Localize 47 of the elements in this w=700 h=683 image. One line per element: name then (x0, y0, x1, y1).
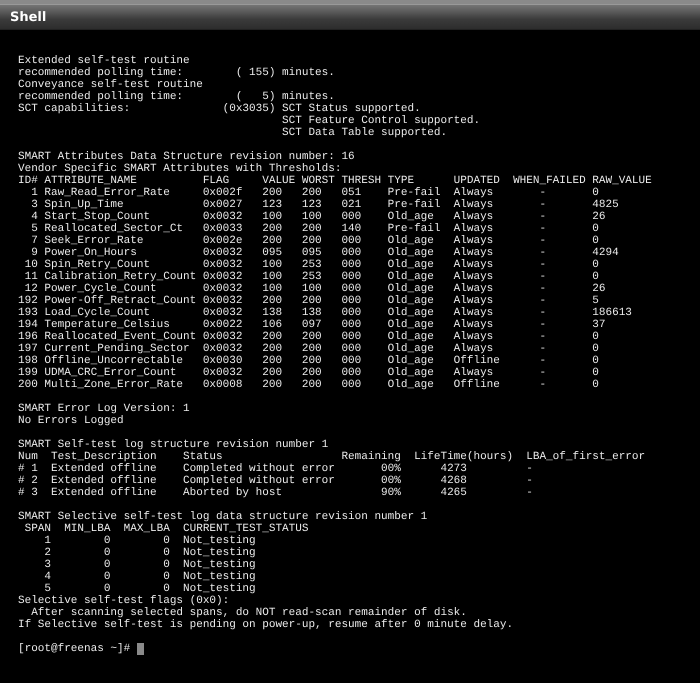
terminal-line: 1 0 0 Not_testing (43, 535, 256, 547)
terminal-line: 200 Multi_Zone_Error_Rate 0x0008 200 200 000 Old_age Offline - 0 (18, 379, 599, 391)
terminal-line: SMART Selective self-test log data structure revision number 1 (18, 511, 428, 523)
terminal-line: 196 Reallocated_Event_Count 0x0032 200 200 000 Old_age Always - 0 (18, 331, 599, 343)
terminal-line: Num Test_Description Status Remaining LifeTime(hours) LBA_of_first_error (18, 451, 646, 463)
terminal-line: 4 Start_Stop_Count 0x0032 100 100 000 Old_age Always - 26 (30, 211, 606, 223)
terminal-line: SMART Self-test log structure revision number 1 (18, 439, 328, 451)
terminal-line: 3 0 0 Not_testing (43, 559, 256, 571)
terminal-line: 3 Spin_Up_Time 0x0027 123 123 021 Pre-fail Always - 4825 (30, 199, 619, 211)
terminal-line: 4 0 0 Not_testing (43, 571, 256, 583)
terminal-line: 5 Reallocated_Sector_Ct 0x0033 200 200 140 Pre-fail Always - 0 (30, 223, 599, 235)
terminal-line: 10 Spin_Retry_Count 0x0032 100 253 000 Old_age Always - 0 (24, 259, 599, 271)
terminal-line: 2 0 0 Not_testing (43, 547, 256, 559)
terminal-line: Conveyance self-test routine (18, 79, 203, 91)
terminal-line: 198 Offline_Uncorrectable 0x0030 200 200 000 Old_age Offline - 0 (18, 355, 599, 367)
terminal-line: 9 Power_On_Hours 0x0032 095 095 000 Old_age Always - 4294 (30, 247, 619, 259)
terminal-line: Vendor Specific SMART Attributes with Thresholds: (18, 163, 342, 175)
terminal-line: SMART Attributes Data Structure revision number: 16 (18, 151, 355, 163)
terminal-line: 199 UDMA_CRC_Error_Count 0x0032 200 200 000 Old_age Always - 0 (18, 367, 599, 379)
terminal-line: Selective self-test flags (0x0): (18, 595, 230, 607)
terminal-line: After scanning selected spans, do NOT read-scan remainder of disk. (30, 607, 467, 619)
terminal-line: 12 Power_Cycle_Count 0x0032 100 100 000 Old_age Always - 26 (24, 283, 606, 295)
terminal-line: SCT Feature Control supported. (281, 115, 480, 127)
terminal-line: Extended self-test routine (18, 55, 190, 67)
terminal-line: ID# ATTRIBUTE_NAME FLAG VALUE WORST THRESH TYPE UPDATED WHEN_FAILED RAW_VALUE (18, 175, 652, 187)
terminal-line: # 2 Extended offline Completed without error 00% 4268 - (18, 475, 533, 487)
terminal-line: SPAN MIN_LBA MAX_LBA CURRENT_TEST_STATUS (24, 523, 308, 535)
terminal-line: 194 Temperature_Celsius 0x0022 106 097 000 Old_age Always - 37 (18, 319, 606, 331)
cursor-icon (137, 643, 144, 655)
terminal-line: If Selective self-test is pending on power-up, resume after 0 minute delay. (18, 619, 514, 631)
terminal-line: 193 Load_Cycle_Count 0x0032 138 138 000 Old_age Always - 186613 (18, 307, 632, 319)
terminal-line: recommended polling time: ( 5) minutes. (18, 91, 335, 103)
terminal-line: SCT Data Table supported. (281, 127, 448, 139)
terminal-line: 197 Current_Pending_Sector 0x0032 200 200 000 Old_age Always - 0 (18, 343, 599, 355)
terminal-line: No Errors Logged (18, 415, 124, 427)
terminal-line: # 3 Extended offline Aborted by host 90% 4265 - (18, 487, 533, 499)
terminal-line: recommended polling time: ( 155) minutes. (18, 67, 335, 79)
terminal-line: 11 Calibration_Retry_Count 0x0032 100 253 000 Old_age Always - 0 (24, 271, 599, 283)
terminal-line: 7 Seek_Error_Rate 0x002e 200 200 000 Old_age Always - 0 (30, 235, 599, 247)
terminal-line: SCT capabilities: (0x3035) SCT Status supported. (18, 103, 421, 115)
window-title: Shell (10, 10, 46, 24)
terminal-line: 5 0 0 Not_testing (43, 583, 256, 595)
terminal-line: SMART Error Log Version: 1 (18, 403, 190, 415)
terminal-line: # 1 Extended offline Completed without error 00% 4273 - (18, 463, 533, 475)
command-prompt: [root@freenas ~]# (18, 643, 130, 655)
terminal-line: 192 Power-Off_Retract_Count 0x0032 200 200 000 Old_age Always - 5 (18, 295, 599, 307)
terminal-line: 1 Raw_Read_Error_Rate 0x002f 200 200 051 Pre-fail Always - 0 (30, 187, 599, 199)
